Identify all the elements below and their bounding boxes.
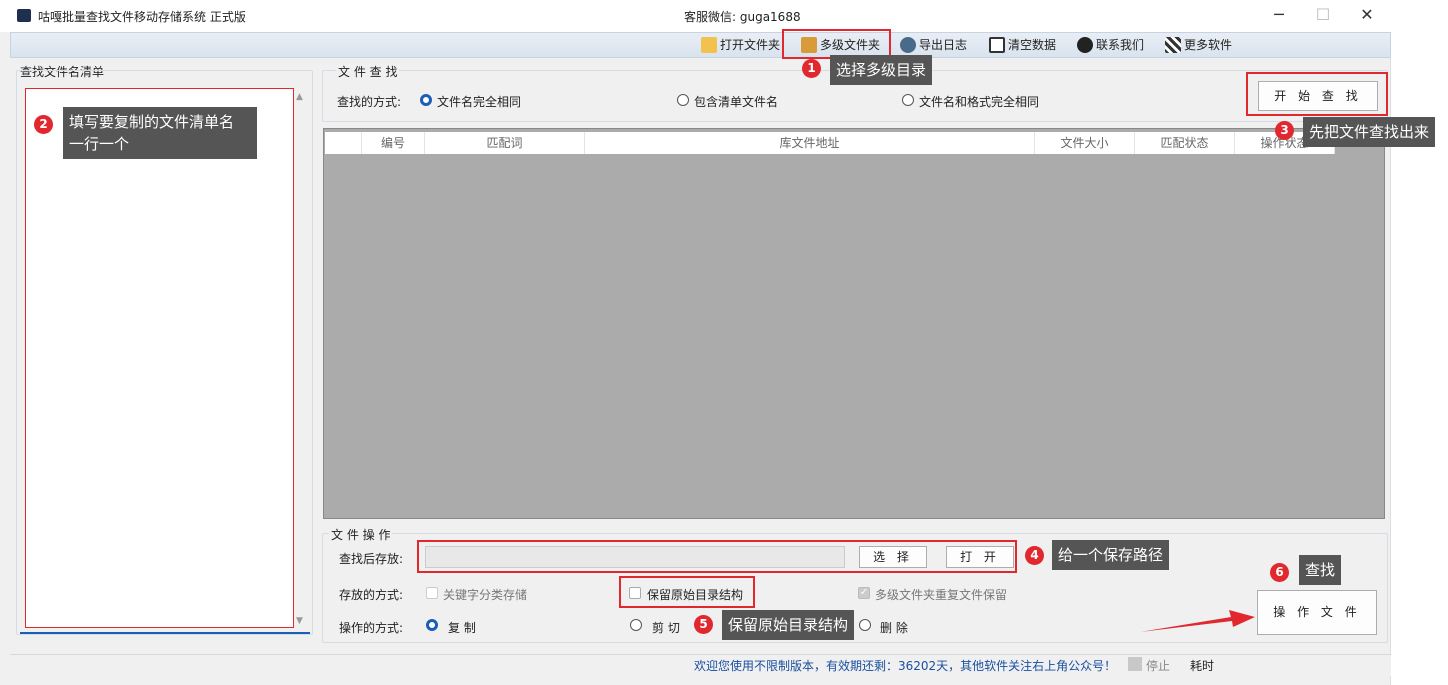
save-path-label: 查找后存放: xyxy=(339,552,404,566)
op-cut-label: 剪 切 xyxy=(652,621,680,635)
status-message: 欢迎您使用不限制版本，有效期还剩：36202天，其他软件关注右上角公众号！ xyxy=(694,659,1117,673)
annotation-number-6: 6 xyxy=(1270,563,1289,582)
mode-contains-radio[interactable] xyxy=(677,94,689,106)
search-mode-label: 查找的方式: xyxy=(337,95,402,109)
op-delete-radio[interactable] xyxy=(859,619,871,631)
stop-button[interactable]: 停止 xyxy=(1146,657,1170,674)
export-log-button[interactable]: 导出日志 xyxy=(900,36,967,54)
op-cut-radio[interactable] xyxy=(630,619,642,631)
qq-penguin-icon xyxy=(1077,37,1093,53)
keyword-category-checkbox[interactable] xyxy=(426,587,438,599)
clear-data-button[interactable]: 清空数据 xyxy=(989,36,1056,54)
close-button[interactable]: ✕ xyxy=(1344,0,1390,30)
app-icon xyxy=(17,9,31,22)
clipboard-icon xyxy=(989,37,1005,53)
app-window: 咕嘎批量查找文件移动存储系统 正式版 客服微信: guga1688 ─ ☐ ✕ … xyxy=(0,0,1391,685)
annotation-number-4: 4 xyxy=(1025,546,1044,565)
column-header-match-status[interactable]: 匹配状态 xyxy=(1135,132,1235,154)
multi-folder-duplicate-label: 多级文件夹重复文件保留 xyxy=(875,588,1008,602)
column-header-size[interactable]: 文件大小 xyxy=(1035,132,1135,154)
minimize-button[interactable]: ─ xyxy=(1256,0,1302,30)
mode-exact-name-format-label: 文件名和格式完全相同 xyxy=(919,95,1040,109)
more-software-button[interactable]: 更多软件 xyxy=(1165,36,1232,54)
window-title: 咕嘎批量查找文件移动存储系统 正式版 xyxy=(38,10,246,24)
annotation-callout-5: 保留原始目录结构 xyxy=(722,610,855,640)
wechat-contact: 客服微信: guga1688 xyxy=(684,10,801,24)
multi-folder-duplicate-checkbox[interactable]: ✓ xyxy=(858,587,870,599)
highlight-keep-structure xyxy=(619,576,755,608)
open-folder-button[interactable]: 打开文件夹 xyxy=(701,36,780,54)
op-copy-radio[interactable] xyxy=(426,619,438,631)
op-delete-label: 删 除 xyxy=(880,621,908,635)
contact-us-button[interactable]: 联系我们 xyxy=(1077,36,1144,54)
left-panel-underline xyxy=(20,632,310,634)
annotation-number-3: 3 xyxy=(1275,121,1294,140)
annotation-callout-6: 查找 xyxy=(1299,555,1342,585)
mode-exact-name-format-radio[interactable] xyxy=(902,94,914,106)
filename-list-scrollbar[interactable]: ▲ ▼ xyxy=(294,88,308,628)
annotation-callout-4: 给一个保存路径 xyxy=(1052,540,1170,570)
mode-exact-name-radio[interactable] xyxy=(420,94,432,106)
highlight-save-path xyxy=(417,540,1017,573)
highlight-start-search xyxy=(1246,72,1388,116)
results-grid[interactable] xyxy=(323,128,1385,519)
annotation-callout-2: 填写要复制的文件清单名 一行一个 xyxy=(63,107,257,159)
op-copy-label: 复 制 xyxy=(448,621,476,635)
mode-exact-name-label: 文件名完全相同 xyxy=(437,95,522,109)
filename-list-textarea[interactable] xyxy=(25,88,294,628)
column-header-keyword[interactable]: 匹配词 xyxy=(425,132,585,154)
op-mode-label: 操作的方式: xyxy=(339,621,404,635)
results-grid-header: 编号 匹配词 库文件地址 文件大小 匹配状态 操作状态 xyxy=(325,132,1335,154)
store-mode-label: 存放的方式: xyxy=(339,588,404,602)
annotation-number-2: 2 xyxy=(34,115,53,134)
gear-icon xyxy=(900,37,916,53)
folder-icon xyxy=(701,37,717,53)
mode-contains-label: 包含清单文件名 xyxy=(694,95,779,109)
column-header-select[interactable] xyxy=(325,132,362,154)
file-ops-group-label: 文 件 操 作 xyxy=(329,526,393,543)
column-header-index[interactable]: 编号 xyxy=(362,132,425,154)
annotation-callout-1: 选择多级目录 xyxy=(830,55,933,85)
annotation-number-1: 1 xyxy=(802,59,821,78)
column-header-path[interactable]: 库文件地址 xyxy=(585,132,1035,154)
stop-icon xyxy=(1128,657,1142,671)
annotation-number-5: 5 xyxy=(694,615,713,634)
qrcode-icon xyxy=(1165,37,1181,53)
annotation-callout-3: 先把文件查找出来 xyxy=(1303,117,1436,147)
annotation-arrow-icon xyxy=(1140,610,1255,632)
elapsed-label: 耗时 xyxy=(1190,659,1215,673)
keyword-category-label: 关键字分类存储 xyxy=(443,588,528,602)
search-group-label: 文 件 查 找 xyxy=(336,63,400,80)
scroll-up-icon[interactable]: ▲ xyxy=(296,92,303,102)
scroll-down-icon[interactable]: ▼ xyxy=(296,616,303,626)
operate-files-button[interactable]: 操 作 文 件 xyxy=(1257,590,1377,635)
maximize-button[interactable]: ☐ xyxy=(1300,0,1346,30)
